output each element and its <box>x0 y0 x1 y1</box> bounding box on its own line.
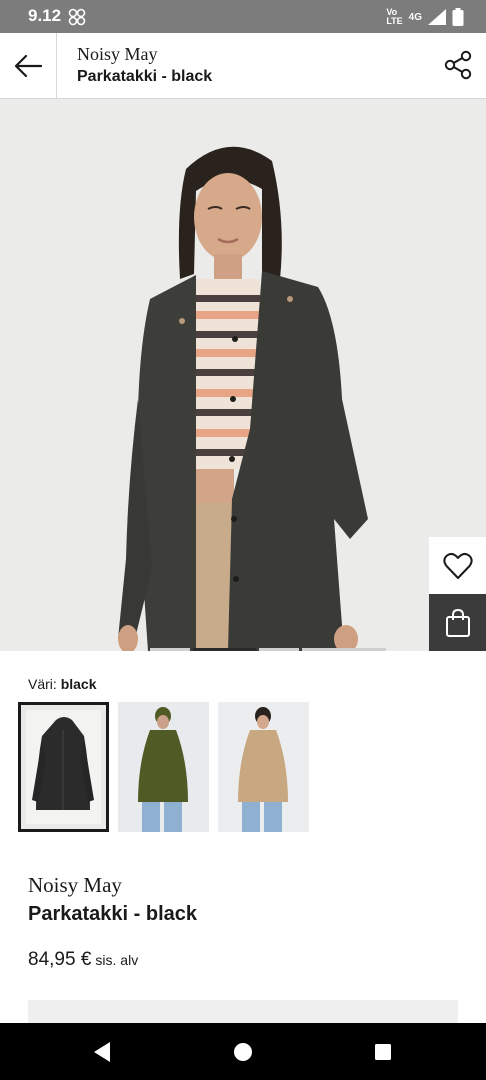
app-notification-icon <box>68 8 86 26</box>
back-triangle-icon <box>94 1042 110 1062</box>
selected-color: black <box>60 676 97 692</box>
carousel-dot-active <box>193 648 256 651</box>
wishlist-button[interactable] <box>429 537 486 594</box>
shopping-bag-icon <box>445 608 470 637</box>
color-label: Väri: black <box>28 676 97 692</box>
status-time: 9.12 <box>28 6 62 25</box>
swatch-image-black <box>26 710 101 824</box>
recents-square-icon <box>375 1044 391 1060</box>
carousel-dot <box>302 648 386 651</box>
carousel-dot <box>259 648 299 651</box>
product-name: Parkatakki - black <box>28 903 197 925</box>
share-button[interactable] <box>440 47 476 83</box>
arrow-left-icon <box>14 54 43 77</box>
status-bar: 9.12 Vo LTE 4G <box>0 0 486 33</box>
carousel-dot <box>150 648 190 651</box>
add-to-bag-button[interactable] <box>429 594 486 651</box>
product-photo <box>0 99 486 651</box>
nav-home-button[interactable] <box>230 1039 256 1065</box>
price-value: 84,95 € <box>28 949 92 970</box>
system-nav-bar <box>0 1023 486 1080</box>
product-price: 84,95 € sis. alv <box>28 949 138 971</box>
nav-back-button[interactable] <box>89 1039 115 1065</box>
color-swatch-olive[interactable] <box>118 702 209 832</box>
color-swatch-black[interactable] <box>18 702 109 832</box>
swatch-image-olive <box>118 702 209 832</box>
header-title: Parkatakki - black <box>77 68 213 85</box>
product-image-carousel[interactable] <box>0 99 486 651</box>
header-brand: Noisy May <box>77 44 158 64</box>
product-brand: Noisy May <box>28 873 122 897</box>
carousel-indicator <box>0 647 429 651</box>
heart-icon <box>442 552 473 579</box>
swatch-image-beige <box>218 702 309 832</box>
back-button[interactable] <box>0 33 57 98</box>
network-type: 4G <box>408 11 422 23</box>
signal-icon <box>428 9 446 25</box>
home-circle-icon <box>234 1043 252 1061</box>
battery-icon <box>452 8 464 26</box>
nav-recents-button[interactable] <box>370 1039 396 1065</box>
price-note: sis. alv <box>95 952 139 968</box>
color-swatches <box>18 702 309 832</box>
wifi-calling-icon: Vo LTE <box>386 7 403 26</box>
color-swatch-beige[interactable] <box>218 702 309 832</box>
app-header: Noisy May Parkatakki - black <box>0 33 486 99</box>
share-icon <box>444 50 472 80</box>
